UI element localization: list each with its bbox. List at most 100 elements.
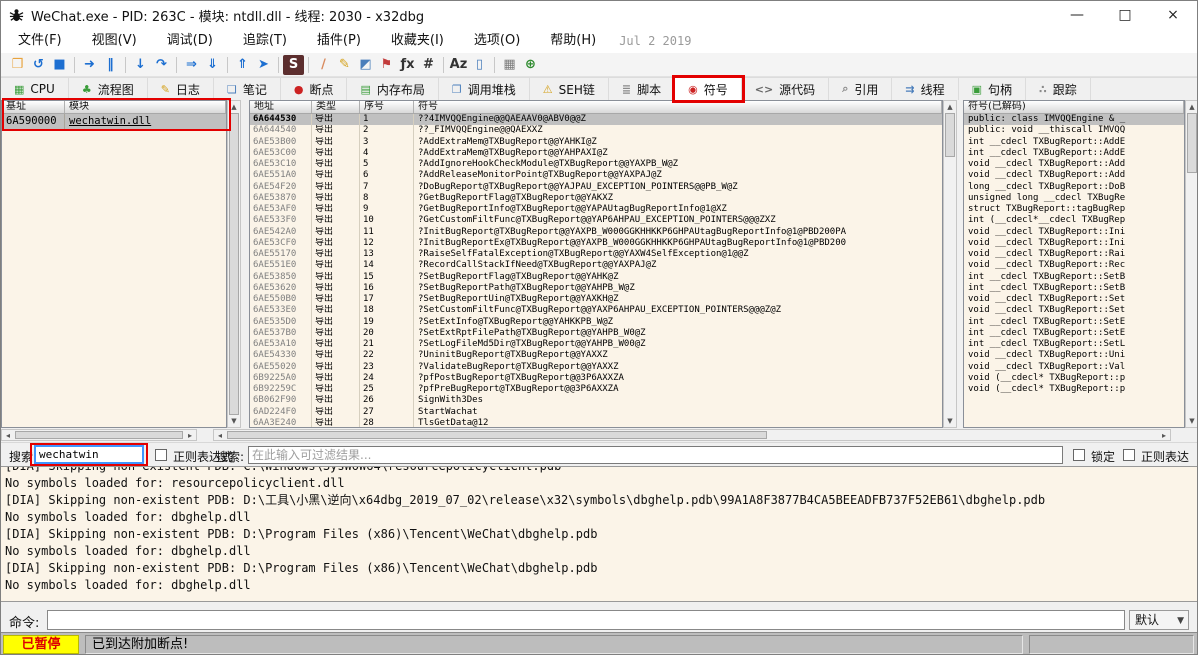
- separator-icon[interactable]: [308, 57, 309, 73]
- undecorated-symbol-row[interactable]: int __cdecl TXBugReport::SetB: [964, 272, 1184, 283]
- symbol-row[interactable]: 6B062F90 导出 26 SignWith3Des: [250, 395, 942, 406]
- close-icon[interactable]: ×: [1149, 1, 1197, 29]
- undecorated-symbol-row[interactable]: int __cdecl TXBugReport::SetE: [964, 328, 1184, 339]
- symbol-row[interactable]: 6AE53870 导出 8 ?GetBugReportFlag@TXBugRep…: [250, 193, 942, 204]
- undecorated-symbol-row[interactable]: void (__cdecl* TXBugReport::p: [964, 384, 1184, 395]
- symbol-row[interactable]: 6AA3E240 导出 28 TlsGetData@12: [250, 418, 942, 428]
- notes-tab[interactable]: ❏ 笔记: [214, 78, 281, 100]
- animate-into-icon[interactable]: ⇑: [232, 55, 253, 75]
- undecorated-col-symbol[interactable]: 符号(已解码): [964, 101, 1184, 113]
- functions-icon[interactable]: ƒx: [397, 55, 418, 75]
- symbol-row[interactable]: 6B92259C 导出 25 ?pfPreBugReport@TXBugRepo…: [250, 384, 942, 395]
- undecorated-vertical-scrollbar[interactable]: ▲ ▼: [1185, 100, 1198, 428]
- scroll-right-icon[interactable]: ▸: [1158, 431, 1170, 440]
- undecorated-symbol-row[interactable]: int (__cdecl*__cdecl TXBugRep: [964, 215, 1184, 226]
- labels-icon[interactable]: ◩: [355, 55, 376, 75]
- separator-icon[interactable]: [443, 57, 444, 73]
- symbol-row[interactable]: 6AE535D0 导出 19 ?SetExtInfo@TXBugReport@@…: [250, 317, 942, 328]
- separator-icon[interactable]: [125, 57, 126, 73]
- module-row[interactable]: 6A590000 wechatwin.dll: [2, 114, 226, 129]
- trace-menu[interactable]: 追踪(T): [228, 29, 302, 53]
- symbol-row[interactable]: 6AE542A0 导出 11 ?InitBugReport@TXBugRepor…: [250, 227, 942, 238]
- symbol-row[interactable]: 6AE54330 导出 22 ?UninitBugReport@TXBugRep…: [250, 350, 942, 361]
- seh-chain-tab[interactable]: ⚠ SEH链: [530, 78, 609, 100]
- plugins-menu[interactable]: 插件(P): [302, 29, 376, 53]
- undecorated-symbol-row[interactable]: void __cdecl TXBugReport::Val: [964, 362, 1184, 373]
- symbol-row[interactable]: 6AE537B0 导出 20 ?SetExtRptFilePath@TXBugR…: [250, 328, 942, 339]
- step-over-icon[interactable]: ↷: [151, 55, 172, 75]
- symbol-row[interactable]: 6AE55020 导出 23 ?ValidateBugReport@TXBugR…: [250, 362, 942, 373]
- scroll-down-icon[interactable]: ▼: [1186, 415, 1198, 427]
- graph-tab[interactable]: ♣ 流程图: [69, 78, 148, 100]
- symbol-row[interactable]: 6AD224F0 导出 27 StartWachat: [250, 407, 942, 418]
- symbol-row[interactable]: 6AE53CF0 导出 12 ?InitBugReportEx@TXBugRep…: [250, 238, 942, 249]
- undecorated-symbol-row[interactable]: public: void __thiscall IMVQQ: [964, 125, 1184, 136]
- symbol-row[interactable]: 6AE533E0 导出 18 ?SetCustomFiltFunc@TXBugR…: [250, 305, 942, 316]
- pause-icon[interactable]: ‖: [100, 55, 121, 75]
- undecorated-symbol-row[interactable]: int __cdecl TXBugReport::AddE: [964, 148, 1184, 159]
- run-icon[interactable]: ➜: [79, 55, 100, 75]
- symbol-row[interactable]: 6AE53A10 导出 21 ?SetLogFileMd5Dir@TXBugRe…: [250, 339, 942, 350]
- settings-icon[interactable]: S: [283, 55, 304, 75]
- favourites-menu[interactable]: 收藏夹(I): [376, 29, 459, 53]
- scrollbar-thumb[interactable]: [229, 113, 239, 415]
- stop-icon[interactable]: ■: [49, 55, 70, 75]
- symbols-horizontal-scrollbar[interactable]: ◂ ▸: [213, 429, 1171, 441]
- run-to-user-code-icon[interactable]: ➤: [253, 55, 274, 75]
- symbol-row[interactable]: 6A644540 导出 2 ??_FIMVQQEngine@@QAEXXZ: [250, 125, 942, 136]
- separator-icon[interactable]: [227, 57, 228, 73]
- undecorated-symbol-row[interactable]: void __cdecl TXBugReport::Ini: [964, 227, 1184, 238]
- scroll-right-icon[interactable]: ▸: [184, 431, 196, 440]
- undecorated-symbol-row[interactable]: void __cdecl TXBugReport::Set: [964, 305, 1184, 316]
- symbol-row[interactable]: 6AE54F20 导出 7 ?DoBugReport@TXBugReport@@…: [250, 182, 942, 193]
- undecorated-symbol-row[interactable]: void __cdecl TXBugReport::Set: [964, 294, 1184, 305]
- module-search-input[interactable]: [34, 445, 144, 464]
- call-stack-tab[interactable]: ❐ 调用堆栈: [439, 78, 530, 100]
- script-tab[interactable]: ≣ 脚本: [609, 78, 675, 100]
- undecorated-symbol-row[interactable]: long __cdecl TXBugReport::DoB: [964, 182, 1184, 193]
- symbols-col-ordinal[interactable]: 序号: [360, 101, 414, 113]
- file-menu[interactable]: 文件(F): [3, 29, 77, 53]
- symbols-vertical-scrollbar[interactable]: ▲ ▼: [943, 100, 957, 428]
- undecorated-symbol-row[interactable]: unsigned long __cdecl TXBugRe: [964, 193, 1184, 204]
- calculator-icon[interactable]: ▦: [499, 55, 520, 75]
- log-tab[interactable]: ✎ 日志: [148, 78, 214, 100]
- minimize-icon[interactable]: —: [1053, 1, 1101, 29]
- symbol-row[interactable]: 6AE53C10 导出 5 ?AddIgnoreHookCheckModule@…: [250, 159, 942, 170]
- source-tab[interactable]: <> 源代码: [742, 78, 829, 100]
- options-menu[interactable]: 选项(O): [459, 29, 535, 53]
- undecorated-symbol-row[interactable]: void __cdecl TXBugReport::Ini: [964, 238, 1184, 249]
- scroll-left-icon[interactable]: ◂: [2, 431, 14, 440]
- separator-icon[interactable]: [176, 57, 177, 73]
- scroll-down-icon[interactable]: ▼: [228, 415, 240, 427]
- scroll-down-icon[interactable]: ▼: [944, 415, 956, 427]
- open-file-icon[interactable]: ❒: [7, 55, 28, 75]
- undecorated-symbol-row[interactable]: int __cdecl TXBugReport::AddE: [964, 137, 1184, 148]
- panel-splitter[interactable]: [241, 100, 249, 428]
- globe-icon[interactable]: ⊕: [520, 55, 541, 75]
- symbols-col-address[interactable]: 地址: [250, 101, 312, 113]
- comments-icon[interactable]: ✎: [334, 55, 355, 75]
- symbols-col-type[interactable]: 类型: [312, 101, 360, 113]
- references-tab[interactable]: ⌕ 引用: [829, 78, 892, 100]
- undecorated-symbol-row[interactable]: void __cdecl TXBugReport::Rec: [964, 260, 1184, 271]
- threads-tab[interactable]: ⇉ 线程: [892, 78, 958, 100]
- modules-col-module[interactable]: 模块: [65, 101, 226, 113]
- symbol-row[interactable]: 6AE550B0 导出 17 ?SetBugReportUin@TXBugRep…: [250, 294, 942, 305]
- symbol-row[interactable]: 6AE53AF0 导出 9 ?GetBugReportInfo@TXBugRep…: [250, 204, 942, 215]
- undecorated-symbol-row[interactable]: int __cdecl TXBugReport::SetE: [964, 317, 1184, 328]
- scroll-up-icon[interactable]: ▲: [944, 101, 956, 113]
- symbol-row[interactable]: 6AE551E0 导出 14 ?RecordCallStackIfNeed@TX…: [250, 260, 942, 271]
- separator-icon[interactable]: [278, 57, 279, 73]
- scroll-left-icon[interactable]: ◂: [214, 431, 226, 440]
- modules-col-base[interactable]: 基址: [2, 101, 65, 113]
- separator-icon[interactable]: [494, 57, 495, 73]
- undecorated-symbol-row[interactable]: void __cdecl TXBugReport::Uni: [964, 350, 1184, 361]
- undecorated-symbol-row[interactable]: int __cdecl TXBugReport::SetB: [964, 283, 1184, 294]
- symbol-row[interactable]: 6A644530 导出 1 ??4IMVQQEngine@@QAEAAV0@AB…: [250, 114, 942, 125]
- symbol-row[interactable]: 6AE53620 导出 16 ?SetBugReportPath@TXBugRe…: [250, 283, 942, 294]
- scrollbar-thumb[interactable]: [227, 431, 767, 439]
- scrollbar-thumb[interactable]: [1187, 113, 1197, 173]
- symbol-regex-checkbox[interactable]: [1123, 449, 1135, 461]
- symbol-search-input[interactable]: [248, 446, 1063, 464]
